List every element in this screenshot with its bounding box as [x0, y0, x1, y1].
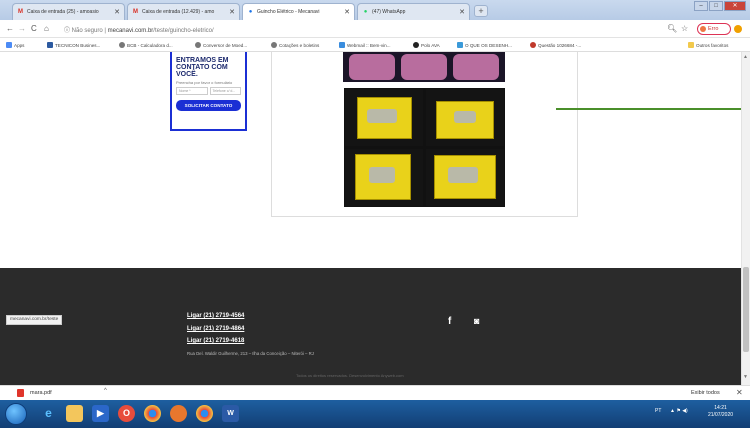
bookmark-polo-ava[interactable]: Polo AVA: [413, 42, 440, 48]
decorative-line: [556, 108, 741, 110]
downloads-bar: mara.pdf ^ Exibir todos ✕: [0, 385, 750, 400]
download-file-name[interactable]: mara.pdf: [30, 390, 52, 396]
url-path: /teste/guincho-eletrico/: [153, 28, 214, 34]
star-icon[interactable]: ☆: [681, 24, 688, 33]
tab-label: Caixa de entrada (25) - amoasio: [27, 9, 99, 15]
phone-input[interactable]: Telefone c/ d...: [209, 87, 241, 95]
site-footer: Ligar (21) 2719-4564 Ligar (21) 2719-486…: [0, 268, 741, 385]
close-icon[interactable]: ✕: [736, 388, 743, 397]
reload-icon[interactable]: C: [31, 24, 37, 33]
desenh-icon: [457, 42, 463, 48]
phone-link-2[interactable]: Ligar (21) 2719-4864: [187, 326, 244, 332]
whatsapp-icon: ●: [363, 8, 368, 15]
gmail-icon: M: [18, 8, 23, 15]
browser-tab-strip: M Caixa de entrada (25) - amoasio ✕ M Ca…: [0, 0, 750, 20]
webmail-icon: [339, 42, 345, 48]
pdf-file-icon: [17, 389, 24, 397]
new-tab-button[interactable]: +: [474, 5, 488, 17]
url-field[interactable]: ⓘ Não seguro | mecanavi.com.br/teste/gui…: [64, 25, 214, 34]
tab-mecanavi[interactable]: ● Guincho Elétrico - Mecanavi ✕: [242, 3, 355, 20]
product-image-top: [343, 52, 505, 82]
gmail-icon: M: [133, 8, 138, 15]
maximize-button[interactable]: □: [709, 1, 723, 11]
chrome-icon[interactable]: [144, 405, 161, 422]
facebook-icon[interactable]: f: [448, 316, 451, 327]
apps-icon: [6, 42, 12, 48]
bookmark-conversor[interactable]: Conversor de Moed...: [195, 42, 247, 48]
close-icon[interactable]: ✕: [344, 8, 350, 16]
conversor-icon: [195, 42, 201, 48]
phone-link-3[interactable]: Ligar (21) 2719-4618: [187, 338, 244, 344]
contact-form-title: ENTRAMOS EM CONTATO COM VOCÊ.: [176, 57, 229, 78]
opera-icon[interactable]: O: [118, 405, 135, 422]
windows-taskbar: e ▶ O W PT ▲ ⚑ ◀) 14:21 21/07/2020: [0, 400, 750, 428]
bookmark-questao[interactable]: Questão 1026684 -...: [530, 42, 581, 48]
bookmarks-bar: Apps TECNICON Busines... BCB - Calculado…: [0, 38, 750, 52]
tab-label: (47) WhatsApp: [372, 9, 406, 15]
extension-icon[interactable]: [734, 25, 742, 33]
footer-address: Rua Del. Waldir Guilherme, 213 – Ilha da…: [187, 351, 314, 356]
scroll-thumb[interactable]: [743, 267, 749, 352]
questao-icon: [530, 42, 536, 48]
media-player-icon[interactable]: ▶: [92, 405, 109, 422]
cotacoes-icon: [271, 42, 277, 48]
tray-icons[interactable]: ▲ ⚑ ◀): [670, 408, 688, 414]
avatar: [700, 26, 706, 32]
security-label: Não seguro: [71, 28, 103, 34]
globe-icon: ●: [248, 8, 253, 15]
tab-label: Caixa de entrada (12.429) - amo: [142, 9, 215, 15]
close-icon[interactable]: ✕: [459, 8, 465, 16]
window-controls: – □ ✕: [694, 1, 746, 11]
address-bar: ← → C ⌂ ⓘ Não seguro | mecanavi.com.br/t…: [0, 20, 750, 38]
instagram-icon[interactable]: ◙: [474, 316, 479, 326]
scroll-down-icon[interactable]: ▼: [743, 374, 748, 380]
back-icon[interactable]: ←: [6, 24, 14, 33]
show-all-downloads-button[interactable]: Exibir todos: [691, 390, 720, 396]
bookmark-cotacoes[interactable]: Cotações e boletins: [271, 42, 319, 48]
close-icon[interactable]: ✕: [114, 8, 120, 16]
scroll-up-icon[interactable]: ▲: [743, 54, 748, 60]
bookmark-webmail[interactable]: Webmail :: Bem-vin...: [339, 42, 391, 48]
word-icon[interactable]: W: [222, 405, 239, 422]
bookmark-other[interactable]: Outros favoritos: [688, 42, 728, 48]
info-icon[interactable]: ⓘ: [64, 28, 72, 34]
home-icon[interactable]: ⌂: [44, 24, 49, 33]
polo-icon: [413, 42, 419, 48]
firefox-icon[interactable]: [170, 405, 187, 422]
contact-form-subtitle: Preencha por favor o formulário: [176, 80, 233, 85]
close-icon[interactable]: ✕: [229, 8, 235, 16]
bookmark-desenh[interactable]: O QUE OS DESENH...: [457, 42, 512, 48]
close-window-button[interactable]: ✕: [724, 1, 746, 11]
zoom-icon[interactable]: 🔍︎: [667, 24, 677, 33]
request-contact-button[interactable]: SOLICITAR CONTATO: [176, 100, 241, 111]
url-host: mecanavi.com.br: [107, 28, 154, 34]
bookmark-bcb[interactable]: BCB - Calculadora d...: [119, 42, 173, 48]
start-button[interactable]: [5, 403, 27, 425]
chrome-icon[interactable]: [196, 405, 213, 422]
tecnicon-icon: [47, 42, 53, 48]
bookmark-tecnicon[interactable]: TECNICON Busines...: [47, 42, 100, 48]
product-image-winches: [344, 88, 505, 207]
language-indicator[interactable]: PT: [655, 408, 661, 414]
file-explorer-icon[interactable]: [66, 405, 83, 422]
copyright-text: Todos os direitos reservados. Desenvolvi…: [296, 373, 404, 378]
forward-icon[interactable]: →: [18, 24, 26, 33]
bcb-icon: [119, 42, 125, 48]
tab-label: Guincho Elétrico - Mecanavi: [257, 9, 320, 15]
page-scrollbar[interactable]: ▲ ▼: [741, 52, 750, 385]
tab-gmail-1[interactable]: M Caixa de entrada (25) - amoasio ✕: [12, 3, 125, 20]
clock[interactable]: 14:21 21/07/2020: [708, 405, 733, 419]
page-viewport: ENTRAMOS EM CONTATO COM VOCÊ. Preencha p…: [0, 52, 741, 385]
bookmark-apps[interactable]: Apps: [6, 42, 24, 48]
name-input[interactable]: Nome *: [176, 87, 208, 95]
status-url-tooltip: mecanavi.com.br/teste: [6, 315, 63, 325]
chevron-up-icon[interactable]: ^: [104, 388, 107, 394]
tab-gmail-2[interactable]: M Caixa de entrada (12.429) - amo ✕: [127, 3, 240, 20]
minimize-button[interactable]: –: [694, 1, 708, 11]
contact-form-card: ENTRAMOS EM CONTATO COM VOCÊ. Preencha p…: [170, 52, 247, 131]
phone-link-1[interactable]: Ligar (21) 2719-4564: [187, 313, 244, 319]
folder-icon: [688, 42, 694, 48]
internet-explorer-icon[interactable]: e: [40, 405, 57, 422]
tab-whatsapp[interactable]: ● (47) WhatsApp ✕: [357, 3, 470, 20]
